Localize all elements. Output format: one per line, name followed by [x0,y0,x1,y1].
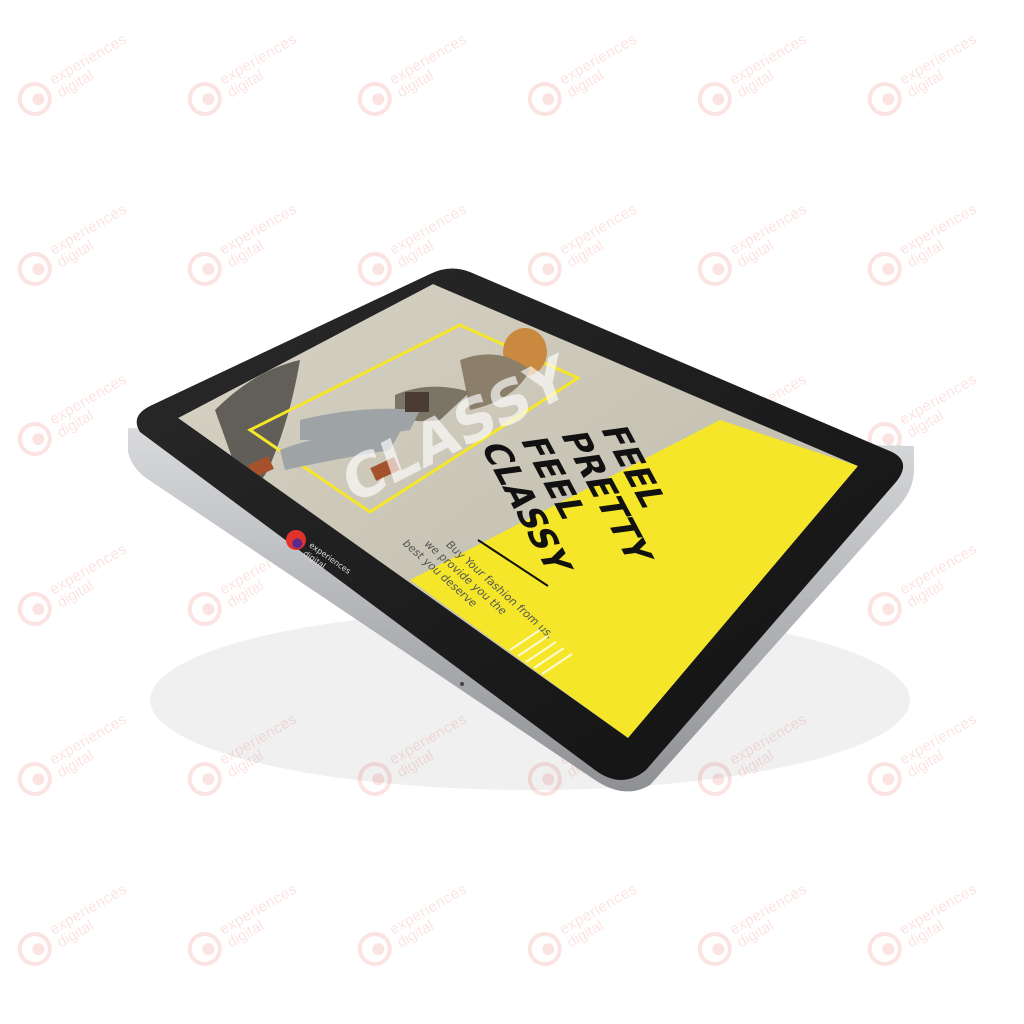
tablet-device: CLASSY FEEL PRETTY FEEL CLASSY Buy Your … [128,268,914,792]
front-sensor [460,682,464,686]
product-scene: experiences digital experiences digital expe… [0,0,1024,1024]
